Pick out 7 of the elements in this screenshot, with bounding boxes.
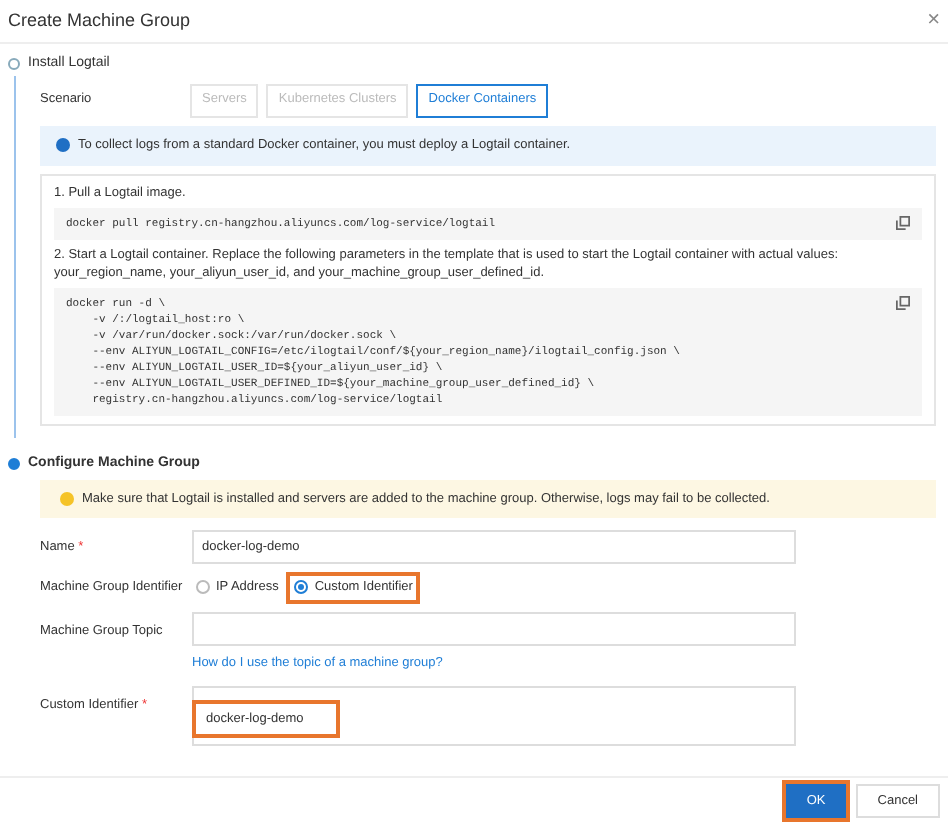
topic-field[interactable]	[192, 611, 796, 646]
copy-icon[interactable]	[896, 295, 910, 309]
copy-icon[interactable]	[896, 215, 910, 229]
dialog-title: Create Machine Group	[8, 7, 191, 34]
warning-icon	[60, 492, 74, 506]
info-icon	[56, 138, 70, 152]
close-button[interactable]: ×	[927, 10, 940, 32]
